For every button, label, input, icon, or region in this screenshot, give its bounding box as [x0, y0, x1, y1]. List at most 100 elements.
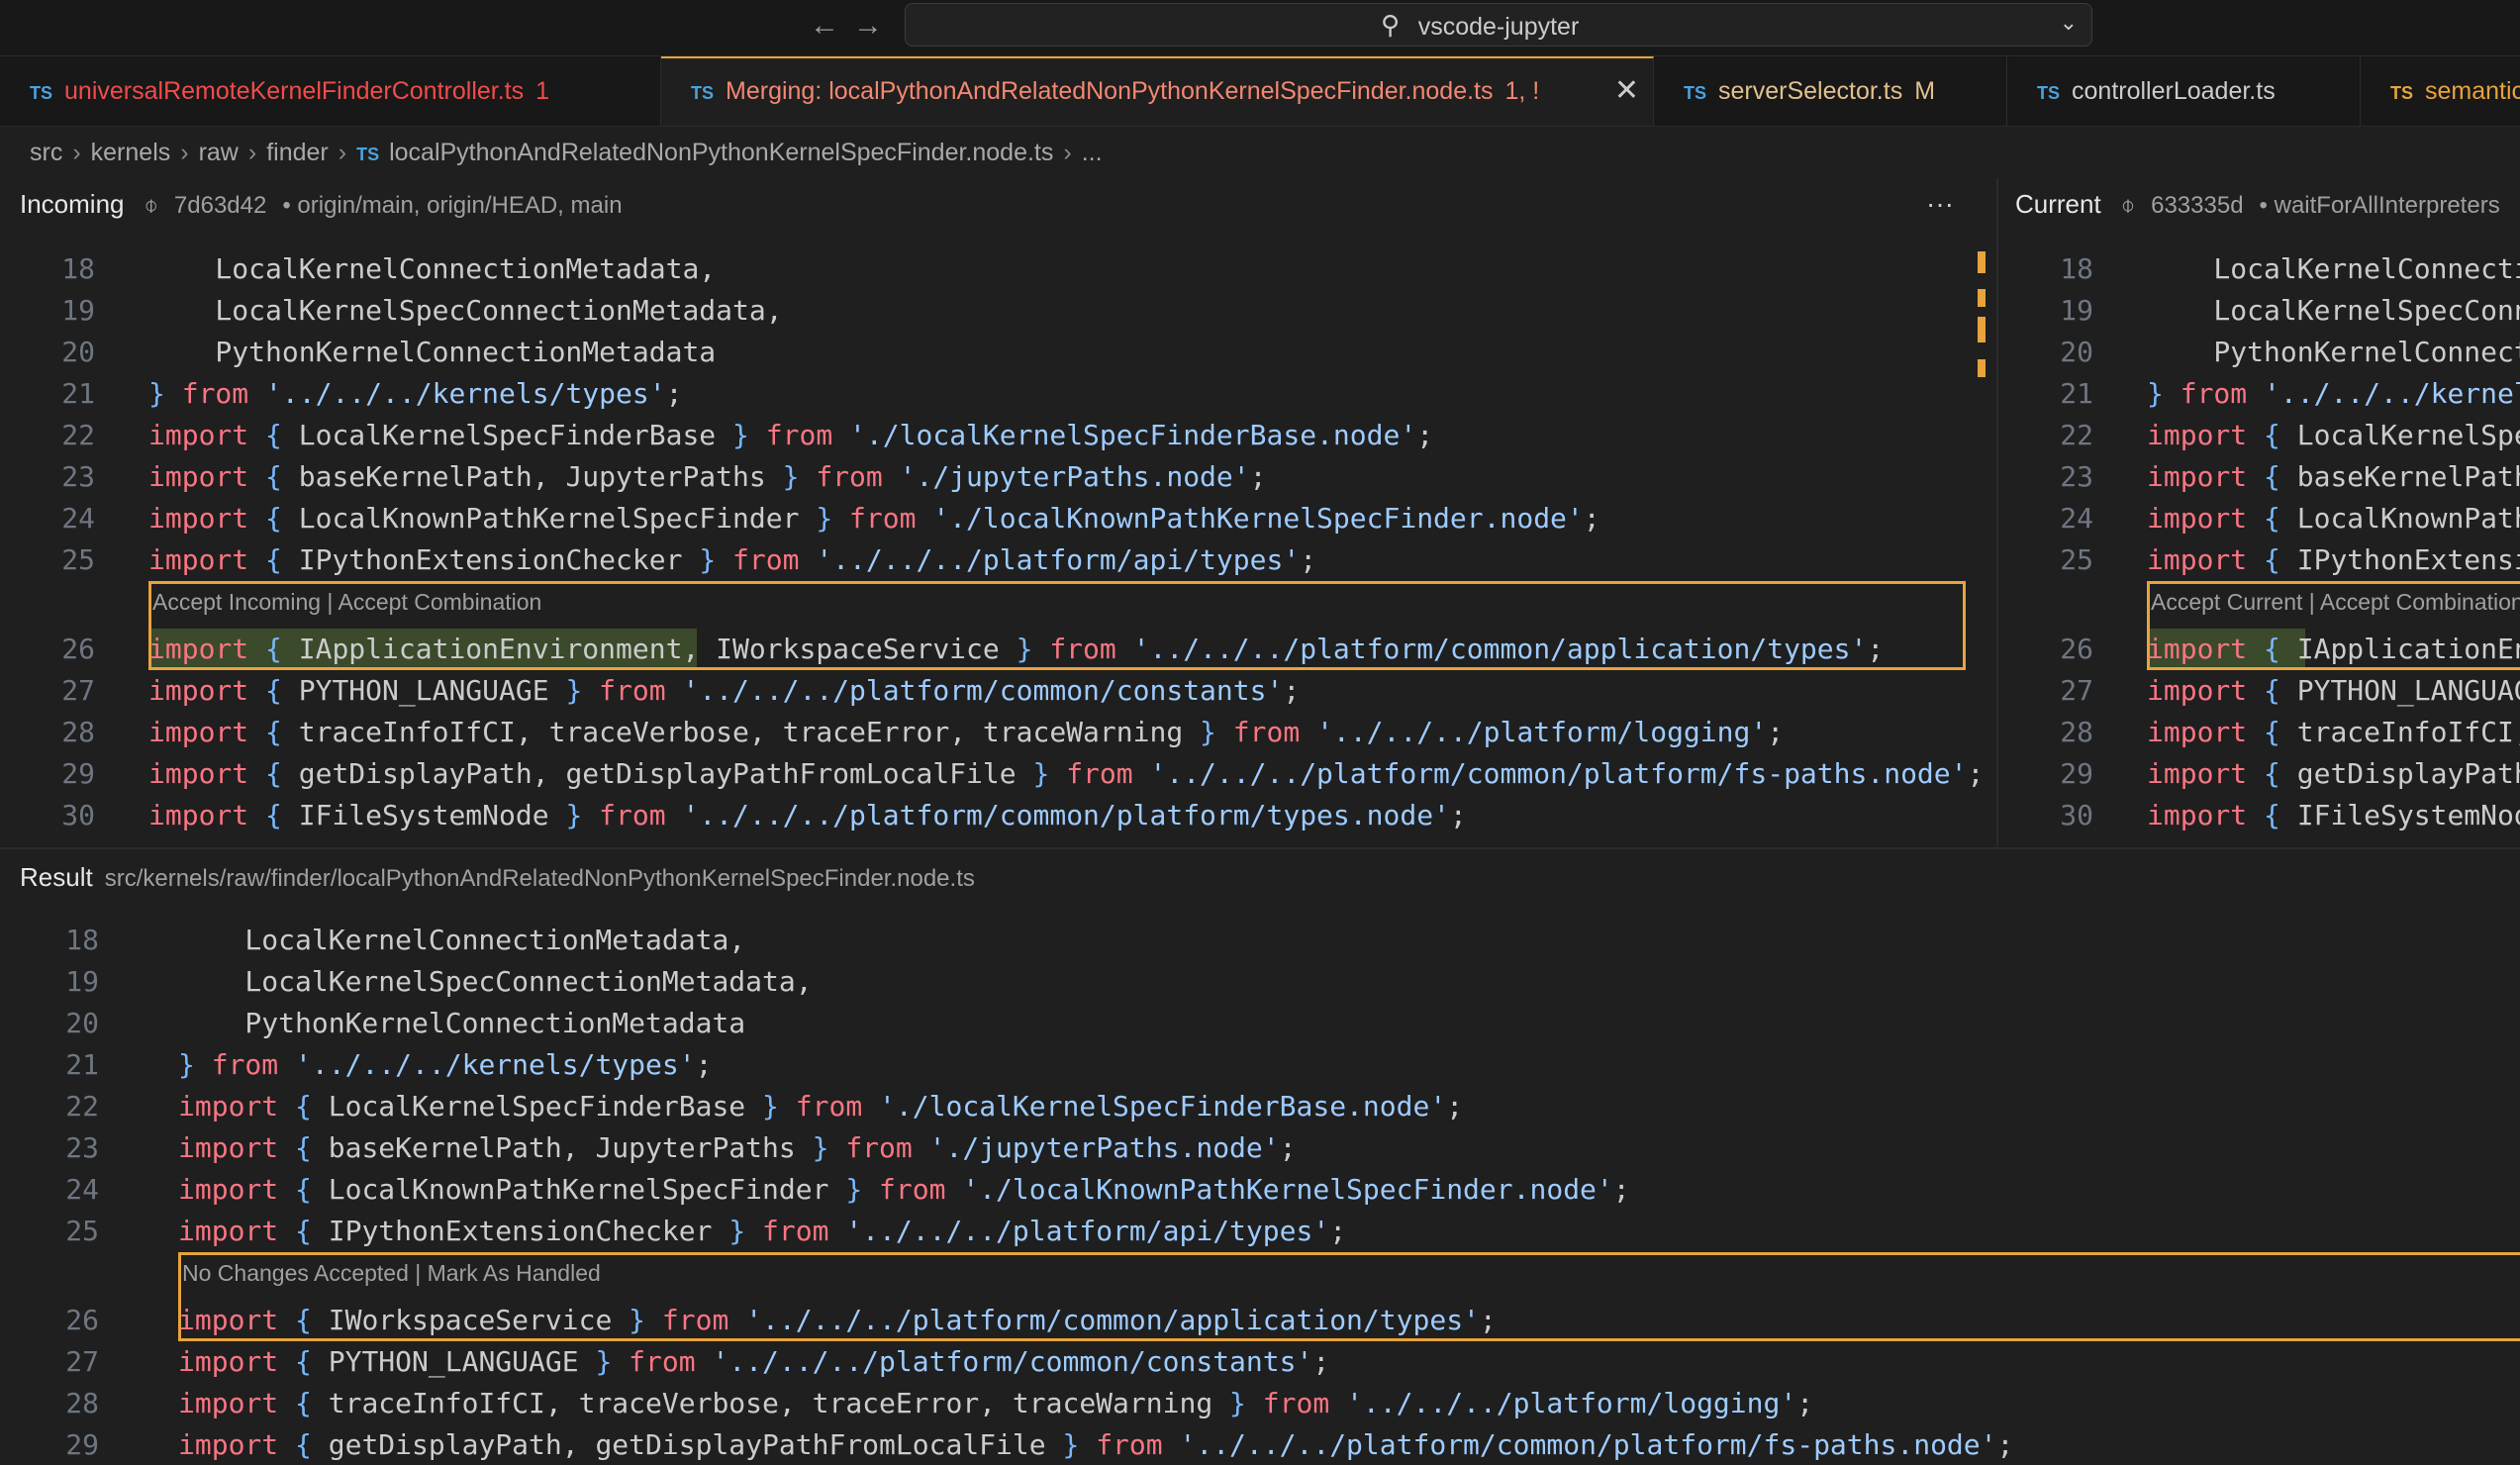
- code-text: LocalKernelConnectionMetadata,: [148, 252, 717, 285]
- tab-label: controllerLoader.ts: [2072, 77, 2276, 105]
- breadcrumb-item[interactable]: localPythonAndRelatedNonPythonKernelSpec…: [389, 139, 1053, 166]
- code-text: import { getDisplayPath, getDisplayPathF…: [178, 1428, 2014, 1461]
- code-line[interactable]: 22 import { LocalKernelSpecFinderBase } f…: [0, 415, 1995, 456]
- current-pane-header: Current ⌽ 633335d • waitForAllInterpreters: [2015, 178, 2520, 230]
- code-line[interactable]: 29 import { getDisplayPath, getDisplayPat…: [0, 1424, 2520, 1465]
- code-line[interactable]: 23 import { baseKernelPath, JupyterPaths …: [0, 1127, 2520, 1169]
- code-line[interactable]: 24 import { LocalKnownPathKernelSpecFinde…: [1998, 498, 2520, 539]
- result-editor[interactable]: 18 LocalKernelConnectionMetadata, 19 Loca…: [0, 903, 2520, 1465]
- code-line[interactable]: 29 import { getDisplayPath, getDisplayPat…: [0, 753, 1995, 795]
- code-line[interactable]: 18 LocalKernelConnectionMetadata,: [1998, 248, 2520, 290]
- line-number: 25: [2060, 543, 2093, 576]
- tab-label: serverSelector.ts: [1718, 77, 1903, 105]
- code-text: import { IPythonExtensionChecker } from …: [148, 543, 1317, 576]
- code-line[interactable]: 27 import { PYTHON_LANGUAGE } from '../..…: [0, 1341, 2520, 1383]
- code-text: LocalKernelConnectionMetadata,: [2213, 252, 2520, 285]
- result-title: Result: [20, 862, 93, 892]
- code-line[interactable]: 23 import { baseKernelPath, JupyterPaths …: [1998, 456, 2520, 498]
- chevron-down-icon[interactable]: ⌄: [2060, 10, 2078, 36]
- tab-controller-loader[interactable]: TS controllerLoader.ts: [2007, 56, 2361, 126]
- incoming-commit-hash: 7d63d42: [173, 192, 267, 219]
- conflict-codelens[interactable]: No Changes Accepted | Mark As Handled: [182, 1255, 601, 1291]
- line-number: 25: [65, 1215, 99, 1247]
- code-line[interactable]: 29 import { getDisplayPath, getDisplayPat…: [1998, 753, 2520, 795]
- line-number: 18: [2060, 252, 2093, 285]
- result-divider[interactable]: [0, 847, 2520, 849]
- line-number: 21: [2060, 377, 2093, 410]
- code-text: import { getDisplayPath, getDisplayPathF…: [148, 757, 1985, 790]
- code-line[interactable]: 18 LocalKernelConnectionMetadata,: [0, 248, 1995, 290]
- arrow-right-icon[interactable]: →: [853, 8, 883, 44]
- breadcrumb-item[interactable]: src: [30, 139, 62, 166]
- command-center[interactable]: ⚲ vscode-jupyter ⌄: [905, 3, 2092, 47]
- code-line[interactable]: 28 import { traceInfoIfCI, traceVerbose, …: [1998, 712, 2520, 753]
- code-line[interactable]: 21} from '../../../kernels/types';: [0, 373, 1995, 415]
- code-line[interactable]: 25 import { IPythonExtensionChecker } fro…: [0, 539, 1995, 581]
- result-pane-header: Result src/kernels/raw/finder/localPython…: [20, 851, 2494, 903]
- tab-merging-local-python-kernel-spec-finder[interactable]: TS Merging: localPythonAndRelatedNonPytho…: [661, 56, 1654, 126]
- code-text: import { LocalKnownPathKernelSpecFinder …: [2147, 502, 2520, 535]
- code-line[interactable]: 28 import { traceInfoIfCI, traceVerbose, …: [0, 1383, 2520, 1424]
- breadcrumb-item[interactable]: kernels: [91, 139, 171, 166]
- breadcrumb-item[interactable]: finder: [266, 139, 329, 166]
- code-line[interactable]: 22 import { LocalKernelSpecFinderBase } f…: [0, 1086, 2520, 1127]
- code-line[interactable]: 28 import { traceInfoIfCI, traceVerbose, …: [0, 712, 1995, 753]
- code-line[interactable]: 24 import { LocalKnownPathKernelSpecFinde…: [0, 498, 1995, 539]
- line-number: 23: [65, 1131, 99, 1164]
- tab-semantic[interactable]: TS semantic: [2361, 56, 2520, 126]
- code-line[interactable]: 21} from '../../../kernels/types';: [0, 1044, 2520, 1086]
- tab-bar: TS universalRemoteKernelFinderController.…: [0, 56, 2520, 127]
- line-number: 24: [2060, 502, 2093, 535]
- close-icon[interactable]: ✕: [1614, 58, 1639, 124]
- code-line[interactable]: 23 import { baseKernelPath, JupyterPaths …: [0, 456, 1995, 498]
- code-line[interactable]: 27 import { PYTHON_LANGUAGE } from '../..…: [0, 670, 1995, 712]
- conflict-codelens[interactable]: Accept Current | Accept Combination: [2151, 584, 2520, 620]
- incoming-title: Incoming: [20, 189, 125, 219]
- code-text: import { LocalKernelSpecFinderBase } fro…: [2147, 419, 2520, 451]
- tab-universal-remote-kernel-finder-controller[interactable]: TS universalRemoteKernelFinderController.…: [0, 56, 661, 126]
- code-line[interactable]: 18 LocalKernelConnectionMetadata,: [0, 920, 2520, 961]
- line-number: 29: [2060, 757, 2093, 790]
- line-number: 27: [65, 1345, 99, 1378]
- code-line[interactable]: 20 PythonKernelConnectionMetadata: [0, 332, 1995, 373]
- code-line[interactable]: 19 LocalKernelSpecConnectionMetadata,: [1998, 290, 2520, 332]
- code-text: import { PYTHON_LANGUAGE } from '../../.…: [2147, 674, 2520, 707]
- code-text: import { IApplicationEnvironment, IWorks…: [2147, 633, 2520, 665]
- code-text: import { traceInfoIfCI, traceVerbose, tr…: [148, 716, 1785, 748]
- code-text: import { traceInfoIfCI, traceVerbose, tr…: [178, 1387, 1814, 1419]
- conflict-codelens[interactable]: Accept Incoming | Accept Combination: [152, 584, 541, 620]
- line-number: 19: [2060, 294, 2093, 327]
- more-actions-icon[interactable]: ···: [1926, 178, 1954, 230]
- typescript-file-icon: TS: [2037, 83, 2061, 103]
- code-line[interactable]: 30 import { IFileSystemNode } from '../..…: [1998, 795, 2520, 836]
- code-line[interactable]: 20 PythonKernelConnectionMetadata: [1998, 332, 2520, 373]
- code-line[interactable]: 21} from '../../../kernels/types';: [1998, 373, 2520, 415]
- current-refs: • waitForAllInterpreters: [2259, 192, 2500, 219]
- line-number: 28: [2060, 716, 2093, 748]
- code-line[interactable]: 30 import { IFileSystemNode } from '../..…: [0, 795, 1995, 836]
- line-number: 25: [61, 543, 95, 576]
- code-line[interactable]: 26 import { IApplicationEnvironment, IWor…: [0, 629, 1995, 670]
- breadcrumb-item[interactable]: raw: [199, 139, 239, 166]
- breadcrumb-item[interactable]: ...: [1082, 139, 1103, 166]
- line-number: 21: [61, 377, 95, 410]
- code-line[interactable]: 25 import { IPythonExtensionChecker } fro…: [1998, 539, 2520, 581]
- code-line[interactable]: 19 LocalKernelSpecConnectionMetadata,: [0, 961, 2520, 1003]
- current-editor[interactable]: 18 LocalKernelConnectionMetadata,19 Loca…: [1998, 232, 2520, 845]
- code-line[interactable]: 22 import { LocalKernelSpecFinderBase } f…: [1998, 415, 2520, 456]
- incoming-editor[interactable]: 18 LocalKernelConnectionMetadata, 19 Loca…: [0, 232, 1995, 845]
- code-text: PythonKernelConnectionMetadata: [178, 1007, 746, 1039]
- code-line[interactable]: 26 import { IApplicationEnvironment, IWor…: [1998, 629, 2520, 670]
- line-number: 22: [2060, 419, 2093, 451]
- code-line[interactable]: 26 import { IWorkspaceService } from '../…: [0, 1300, 2520, 1341]
- code-line[interactable]: 25 import { IPythonExtensionChecker } fro…: [0, 1211, 2520, 1252]
- code-line[interactable]: 19 LocalKernelSpecConnectionMetadata,: [0, 290, 1995, 332]
- tab-server-selector[interactable]: TS serverSelector.ts M: [1654, 56, 2007, 126]
- arrow-left-icon[interactable]: ←: [810, 8, 839, 44]
- code-line[interactable]: 20 PythonKernelConnectionMetadata: [0, 1003, 2520, 1044]
- code-text: import { LocalKnownPathKernelSpecFinder …: [178, 1173, 1630, 1206]
- code-line[interactable]: 27 import { PYTHON_LANGUAGE } from '../..…: [1998, 670, 2520, 712]
- code-line[interactable]: 24 import { LocalKnownPathKernelSpecFinde…: [0, 1169, 2520, 1211]
- tab-label: semantic: [2425, 77, 2520, 105]
- chevron-right-icon: ›: [180, 139, 189, 166]
